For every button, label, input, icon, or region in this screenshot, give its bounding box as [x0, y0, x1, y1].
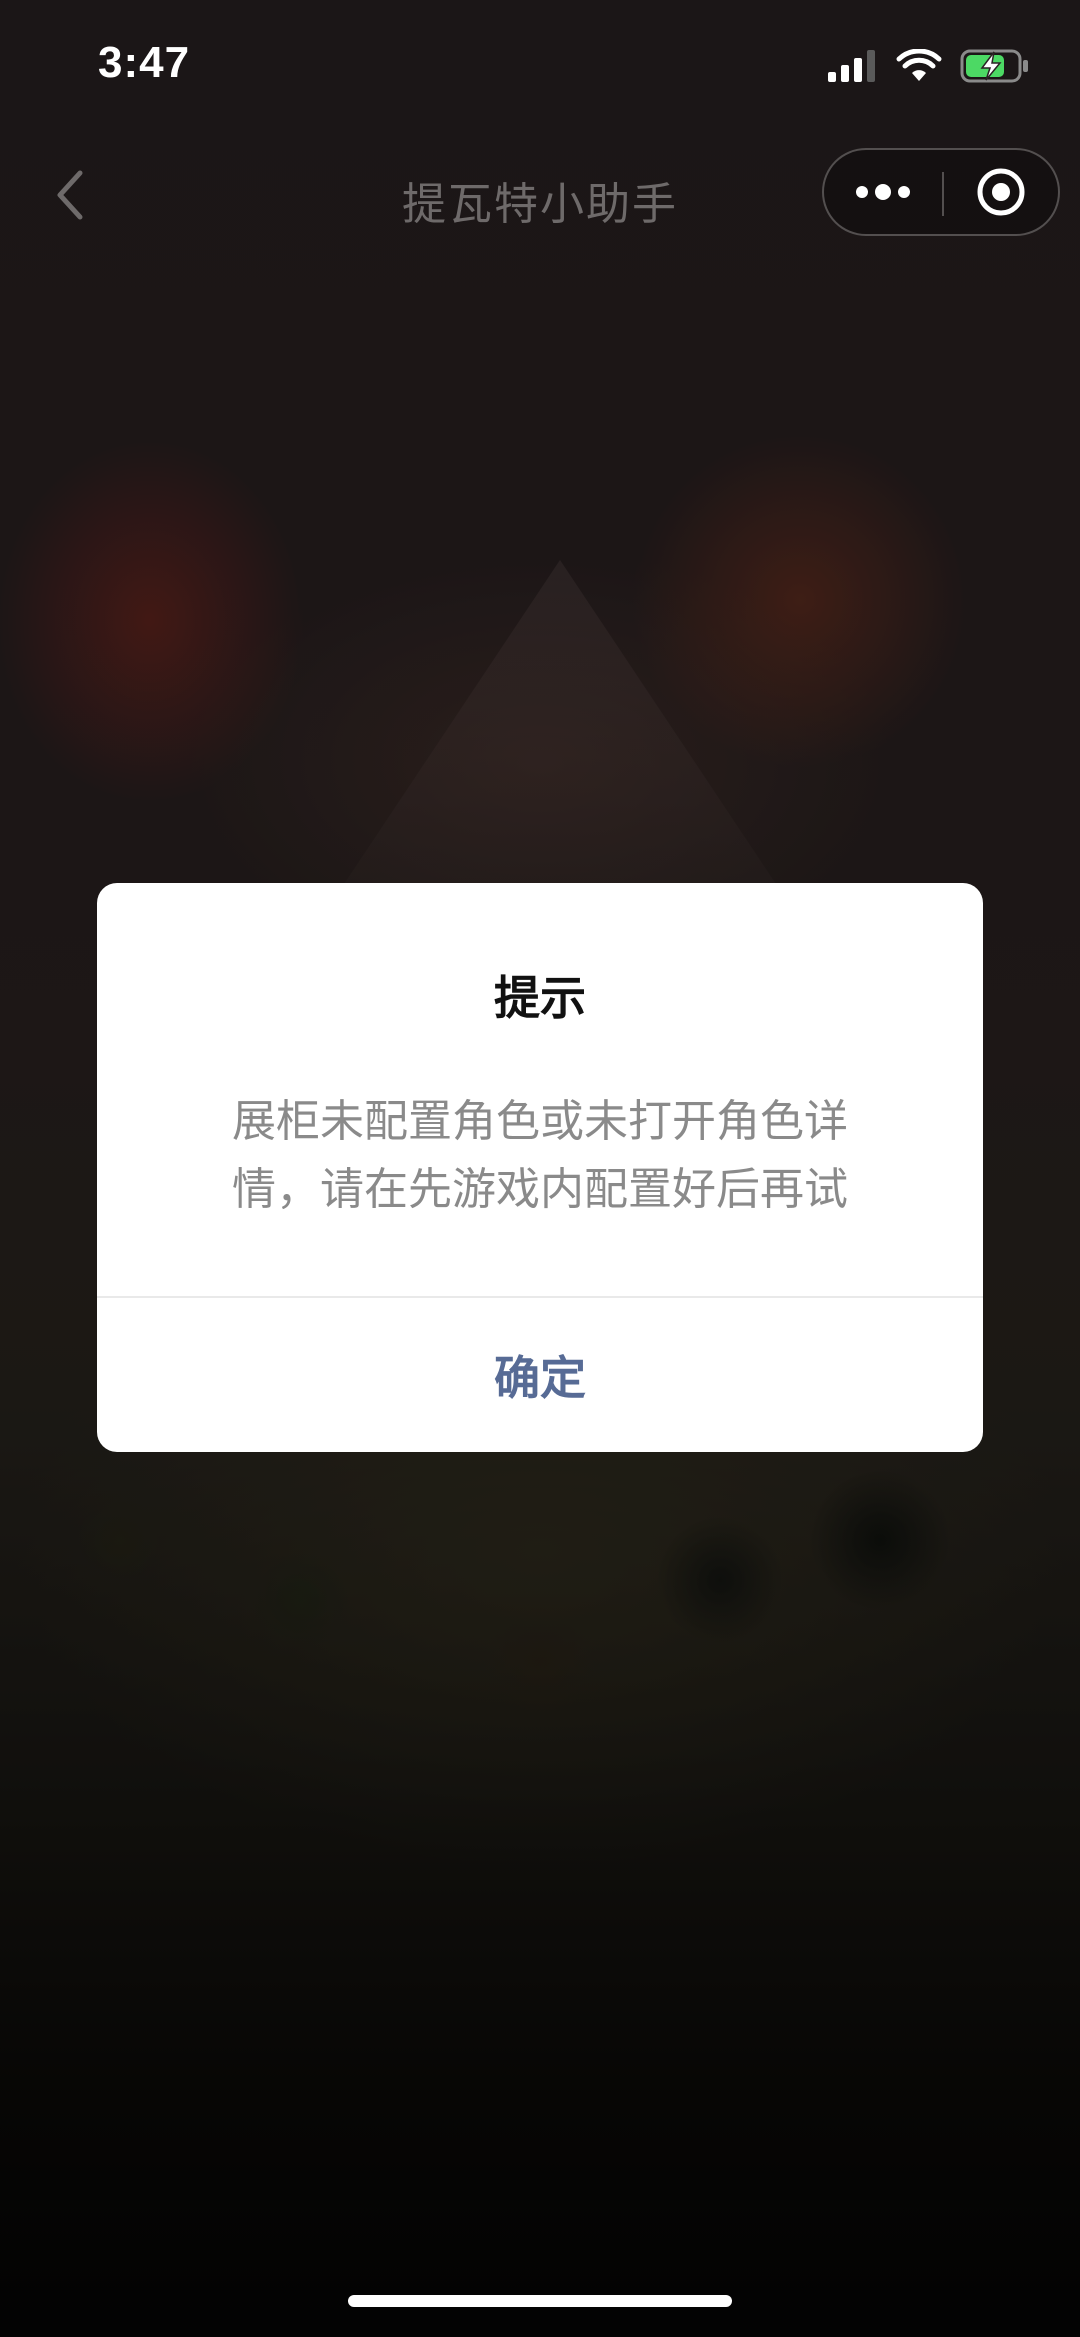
confirm-button[interactable]: 确定 — [97, 1298, 983, 1452]
battery-charging-icon — [960, 48, 1030, 88]
more-dots-icon — [856, 184, 910, 200]
dialog-message-line-1: 展柜未配置角色或未打开角色详 — [232, 1096, 848, 1147]
status-time: 3:47 — [98, 38, 191, 87]
dialog-message: 展柜未配置角色或未打开角色详 情，请在先游戏内配置好后再试 — [197, 1088, 883, 1224]
miniprogram-capsule — [822, 148, 1060, 236]
more-button[interactable] — [824, 150, 942, 234]
status-icons — [828, 48, 1030, 88]
alert-dialog: 提示 展柜未配置角色或未打开角色详 情，请在先游戏内配置好后再试 确定 — [97, 883, 983, 1452]
close-miniprogram-button[interactable] — [944, 150, 1058, 234]
signal-icon — [828, 50, 878, 86]
screen: 3:47 提瓦特小助手 提示 展柜未配置角色或未打开角色详 情，请在先游戏内配置… — [0, 0, 1080, 2337]
dialog-title: 提示 — [494, 971, 586, 1025]
navigation-bar: 提瓦特小助手 — [0, 140, 1080, 250]
target-close-icon — [977, 168, 1025, 216]
wifi-icon — [896, 48, 942, 87]
status-bar: 3:47 — [0, 0, 1080, 130]
dialog-message-line-2: 情，请在先游戏内配置好后再试 — [232, 1164, 848, 1215]
home-indicator[interactable] — [348, 2295, 732, 2307]
